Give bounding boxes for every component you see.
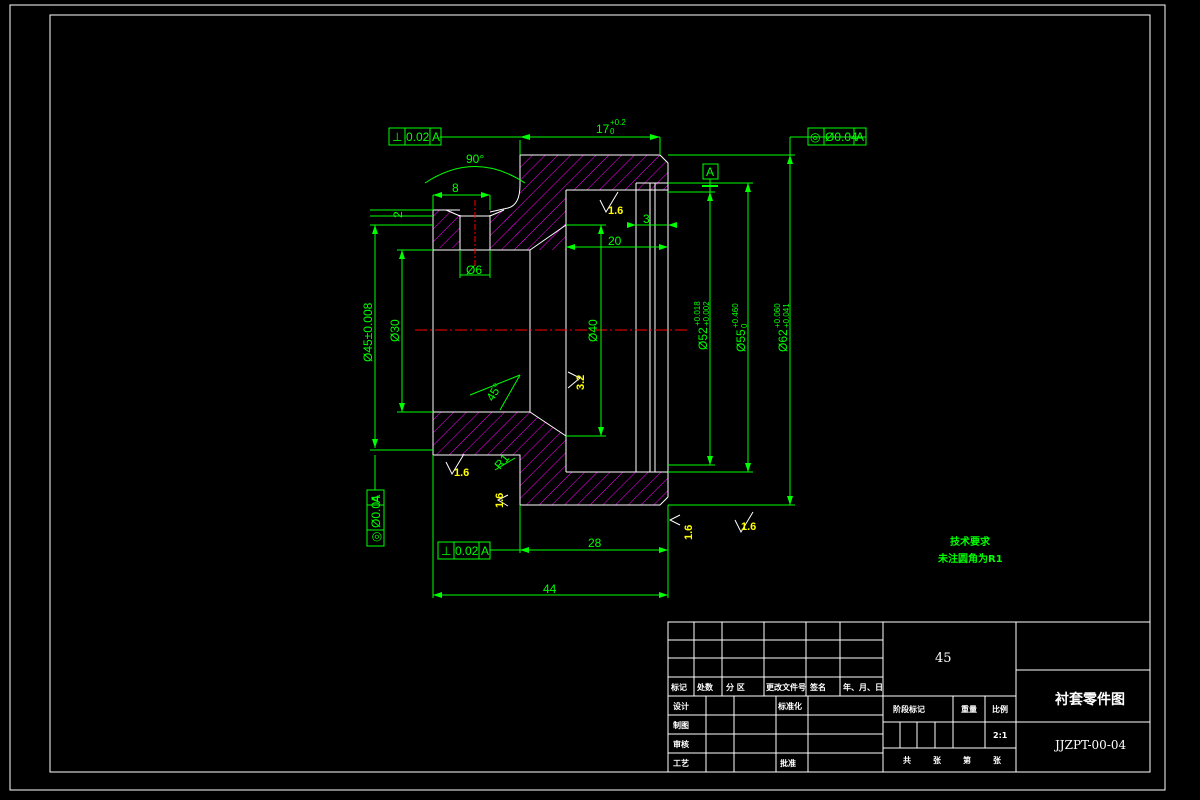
tb-design: 设计 (673, 701, 689, 711)
tb-header-date: 年、月、日 (843, 682, 883, 692)
svg-text:0.02: 0.02 (406, 130, 430, 144)
dim-angle-90: 90° (466, 152, 484, 166)
tb-header-mark: 标记 (670, 682, 687, 692)
roughness-6: 1.6 (741, 521, 756, 533)
dim-dia-55-tol-upper: +0.460 (731, 303, 740, 328)
concentricity-icon: ◎ (810, 130, 820, 144)
dim-17-tol-lower: 0 (610, 127, 615, 136)
tb-drawing-number: JJZPT-00-04 (1053, 738, 1127, 752)
gdt-conc-top: ◎ Ø0.04 A (807, 127, 867, 146)
tb-total: 共 (903, 755, 911, 765)
dim-17: 17 (596, 122, 610, 136)
tb-approve: 批准 (780, 758, 796, 768)
svg-text:0.02: 0.02 (455, 544, 479, 558)
roughness-3: 3.2 (575, 375, 587, 390)
tech-req-heading: 技术要求 (950, 535, 991, 548)
gdt-conc-left: ◎ Ø0.04 A (366, 489, 385, 547)
roughness-4: 1.6 (494, 493, 506, 508)
dim-dia-45: Ø45±0.008 (361, 302, 375, 362)
dim-2: 2 (391, 211, 405, 218)
tb-scale-label: 比例 (992, 704, 1008, 714)
dim-17-tol-upper: +0.2 (610, 118, 626, 127)
dim-dia-52-tol-upper: +0.018 (693, 301, 702, 326)
tb-header-count: 处数 (696, 682, 714, 692)
tb-sheet2: 张 (993, 756, 1002, 765)
svg-text:A: A (856, 130, 864, 144)
dim-dia-55: Ø55 (734, 329, 748, 352)
cad-drawing: 17 +0.2 0 90° 8 2 3 20 Ø6 Ø45±0.008 Ø30 … (9, 4, 1166, 791)
concentricity-icon-left: ◎ (369, 532, 383, 542)
dim-8: 8 (452, 181, 459, 195)
svg-text:A: A (369, 495, 383, 503)
dim-angle-45: 45° (483, 381, 504, 404)
dim-20: 20 (608, 234, 622, 248)
tb-stage-mark: 阶段标记 (893, 704, 925, 714)
dim-dia-62: Ø62 (776, 329, 790, 352)
dim-3: 3 (643, 212, 650, 226)
perp-icon: ⊥ (392, 130, 402, 144)
dim-dia-52-tol-lower: +0.002 (702, 301, 711, 326)
dim-dia-30: Ø30 (388, 319, 402, 342)
tb-sheet1: 张 (933, 756, 942, 765)
tb-weight: 重量 (961, 704, 977, 714)
svg-text:A: A (706, 165, 714, 179)
gdt-perp-top: ⊥ 0.02 A (388, 127, 442, 146)
tb-header-change-doc: 更改文件号 (766, 682, 806, 692)
tb-check: 审核 (673, 739, 689, 749)
arrowheads (372, 134, 793, 598)
dim-dia-52: Ø52 (696, 327, 710, 350)
dim-dia-62-tol-lower: +0.041 (782, 303, 791, 328)
dim-28: 28 (588, 536, 602, 550)
dim-dia-6: Ø6 (466, 263, 482, 277)
outer-frame (9, 4, 1166, 791)
tb-draw: 制图 (673, 720, 689, 730)
tb-page: 第 (963, 755, 971, 765)
tb-header-sign: 签名 (809, 682, 826, 692)
tb-material: 45 (935, 651, 952, 666)
tb-drawing-title: 衬套零件图 (1055, 691, 1125, 708)
tech-req-line1: 未注圆角为R1 (937, 552, 1003, 565)
dim-dia-40: Ø40 (586, 319, 600, 342)
roughness-2: 1.6 (454, 467, 469, 479)
dim-dia-62-tol-upper: +0.060 (773, 303, 782, 328)
svg-text:A: A (432, 130, 440, 144)
tb-header-zone: 分 区 (726, 682, 745, 692)
dim-44: 44 (543, 582, 557, 596)
gdt-perp-bottom: ⊥ 0.02 A (437, 541, 491, 560)
tb-process: 工艺 (673, 758, 689, 768)
roughness-5: 1.6 (683, 525, 695, 540)
dim-dia-55-tol-lower: 0 (740, 323, 749, 328)
svg-text:A: A (481, 544, 489, 558)
svg-text:Ø0.04: Ø0.04 (825, 130, 858, 144)
tb-scale: 2:1 (993, 731, 1008, 740)
perp-icon-bottom: ⊥ (441, 544, 451, 558)
tb-standardize: 标准化 (777, 701, 802, 711)
roughness-1: 1.6 (608, 205, 623, 217)
